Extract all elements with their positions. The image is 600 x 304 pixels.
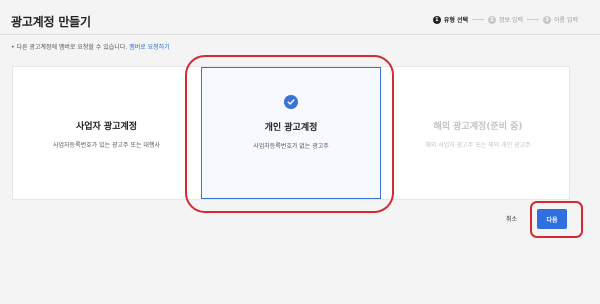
step-type-select: 1 유형 선택	[432, 15, 468, 24]
step-info-input: 2 정보 입력	[488, 15, 523, 24]
card-title: 해외 광고계정(준비 중)	[433, 122, 523, 132]
card-description: 해외 사업자 광고주 또는 해외 개인 광고주	[425, 142, 531, 149]
overseas-account-card: 해외 광고계정(준비 중) 해외 사업자 광고주 또는 해외 개인 광고주	[388, 67, 568, 199]
step-label: 정보 입력	[499, 17, 523, 24]
step-label: 유형 선택	[443, 17, 468, 24]
step-number: 1	[432, 15, 441, 24]
step-indicator: 1 유형 선택 2 정보 입력 3 이름 입력	[432, 15, 578, 24]
highlight-ring-selected-card	[185, 55, 394, 213]
step-separator	[527, 19, 539, 20]
step-label: 이름 입력	[554, 17, 578, 24]
card-title: 사업자 광고계정	[75, 122, 138, 132]
request-member-link[interactable]: 멤버로 요청하기	[129, 44, 170, 51]
card-description: 사업자등록번호가 있는 광고주 또는 대행사	[53, 142, 160, 149]
highlight-ring-next-button	[530, 201, 583, 238]
step-number: 3	[543, 15, 551, 24]
notice-text: • 다른 광고계정에 멤버로 요청할 수 있습니다.	[11, 44, 128, 51]
page-title: 광고계정 만들기	[11, 15, 91, 29]
business-account-card[interactable]: 사업자 광고계정 사업자등록번호가 있는 광고주 또는 대행사	[13, 67, 200, 199]
step-name-input: 3 이름 입력	[543, 15, 578, 24]
header-divider	[0, 34, 600, 35]
step-number: 2	[488, 15, 496, 24]
step-separator	[472, 19, 484, 20]
notice: • 다른 광고계정에 멤버로 요청할 수 있습니다. 멤버로 요청하기	[11, 42, 170, 51]
cancel-button[interactable]: 취소	[506, 214, 517, 223]
